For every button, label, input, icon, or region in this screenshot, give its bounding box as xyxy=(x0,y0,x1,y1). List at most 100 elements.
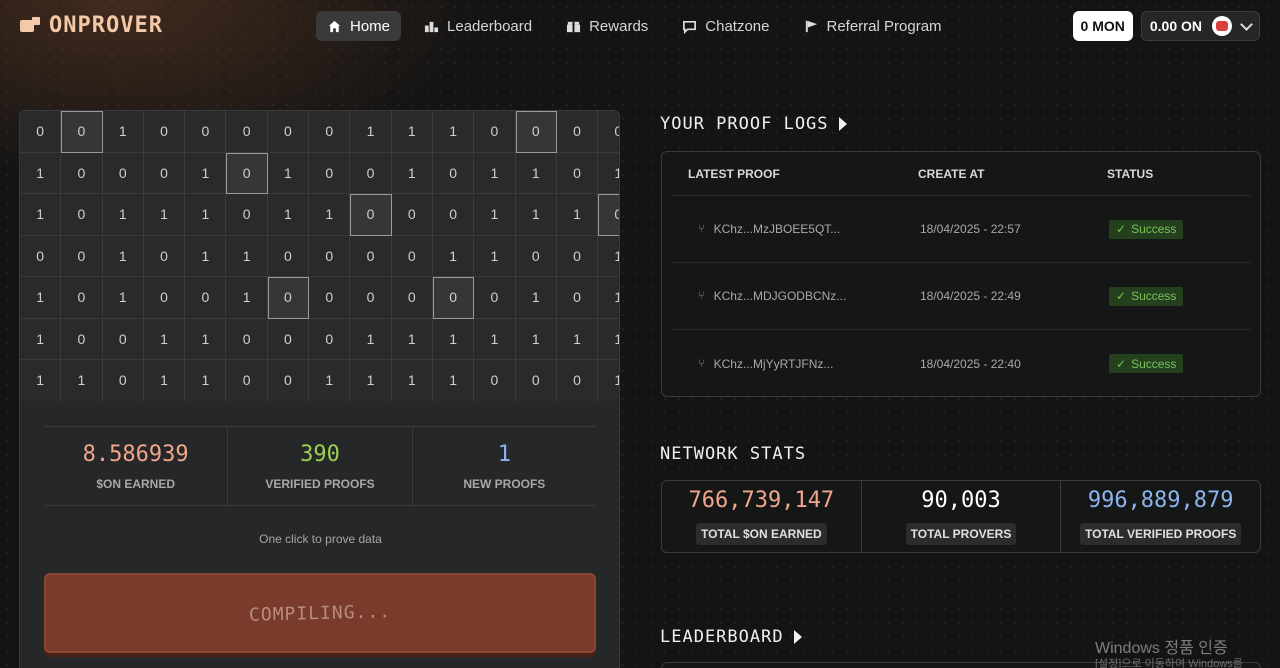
network-stats-title-text: NETWORK STATS xyxy=(660,444,807,464)
table-row[interactable]: ⑂ KChz...MzJBOEE5QT... 18/04/2025 - 22:57… xyxy=(671,196,1251,263)
status-badge: ✓ Success xyxy=(1109,219,1184,239)
proof-created-at: 18/04/2025 - 22:57 xyxy=(920,222,1021,236)
compile-button-label: COMPILING... xyxy=(248,600,392,626)
branch-icon: ⑂ xyxy=(698,223,705,235)
proof-logs-title-text: YOUR PROOF LOGS xyxy=(660,114,829,134)
grid-cell: 1 xyxy=(185,360,227,401)
grid-cell: 0 xyxy=(102,152,144,194)
column-header-create-at: CREATE AT xyxy=(918,166,985,181)
data-grid: 0010000011100001000101001011011011101100… xyxy=(20,111,619,401)
grid-cell: 0 xyxy=(515,235,557,277)
grid-cell: 1 xyxy=(432,360,475,401)
grid-cell: 0 xyxy=(515,360,557,401)
grid-cell: 1 xyxy=(515,318,557,360)
grid-cell: 1 xyxy=(598,277,619,319)
grid-cell: 0 xyxy=(267,318,310,360)
nav-chatzone[interactable]: Chatzone xyxy=(671,11,780,41)
grid-cell: 0 xyxy=(350,194,392,236)
grid-cell: 0 xyxy=(309,318,351,360)
grid-cell: 0 xyxy=(474,111,516,153)
grid-cell: 1 xyxy=(474,318,516,360)
grid-row: 001011000011001 xyxy=(20,235,619,277)
play-arrow-icon xyxy=(838,117,847,131)
account-menu-button[interactable]: 0.00 ON xyxy=(1140,11,1260,41)
grid-cell: 1 xyxy=(143,194,186,236)
grid-cell: 1 xyxy=(432,111,475,153)
grid-cell: 0 xyxy=(556,111,599,153)
grid-cell: 0 xyxy=(432,194,475,236)
grid-cell: 1 xyxy=(474,152,516,194)
nav-referral[interactable]: Referral Program xyxy=(793,11,953,41)
grid-row: 101110110001110 xyxy=(20,194,619,236)
branch-icon: ⑂ xyxy=(698,357,705,370)
nav-rewards-label: Rewards xyxy=(589,17,649,35)
grid-cell: 0 xyxy=(102,318,144,360)
grid-cell: 1 xyxy=(556,194,599,236)
proof-created-at: 18/04/2025 - 22:49 xyxy=(920,289,1021,303)
grid-cell: 1 xyxy=(474,235,516,277)
play-arrow-icon xyxy=(793,630,802,644)
grid-cell: 0 xyxy=(309,277,351,319)
status-badge: ✓ Success xyxy=(1109,354,1184,373)
nav-rewards[interactable]: Rewards xyxy=(555,11,659,41)
home-icon xyxy=(328,20,341,32)
status-text: Success xyxy=(1131,356,1177,371)
referral-icon xyxy=(805,20,817,32)
grid-cell: 1 xyxy=(350,360,392,401)
grid-cell: 1 xyxy=(432,318,475,360)
proof-logs-title[interactable]: YOUR PROOF LOGS xyxy=(660,114,847,134)
grid-cell: 1 xyxy=(143,318,186,360)
grid-cell: 0 xyxy=(267,277,310,319)
mon-balance-button[interactable]: 0 MON xyxy=(1072,11,1133,41)
check-icon: ✓ xyxy=(1116,289,1127,303)
proof-id: KChz...MzJBOEE5QT... xyxy=(713,222,841,236)
network-stat-verified: 996,889,879 TOTAL VERIFIED PROOFS xyxy=(1061,481,1260,552)
grid-cell: 1 xyxy=(102,194,144,236)
grid-cell: 0 xyxy=(515,111,557,153)
table-row[interactable]: ⑂ KChz...MDJGODBCNz... 18/04/2025 - 22:49… xyxy=(671,263,1251,330)
grid-cell: 0 xyxy=(226,152,268,194)
grid-cell: 0 xyxy=(556,360,599,401)
grid-cell: 0 xyxy=(309,235,351,277)
wallet-area: 0 MON 0.00 ON xyxy=(1072,11,1260,41)
grid-cell: 0 xyxy=(102,360,144,401)
grid-cell: 1 xyxy=(391,111,433,153)
grid-cell: 1 xyxy=(515,277,557,319)
grid-cell: 0 xyxy=(350,277,392,319)
leaderboard-title[interactable]: LEADERBOARD xyxy=(660,627,802,647)
grid-cell: 1 xyxy=(267,152,310,194)
grid-cell: 1 xyxy=(515,194,557,236)
prover-panel: 0010000011100001000101001011011011101100… xyxy=(19,110,620,668)
grid-cell: 0 xyxy=(143,277,186,319)
table-row[interactable]: ⑂ KChz...MjYyRTJFNz... 18/04/2025 - 22:40… xyxy=(671,330,1251,397)
compile-button[interactable]: COMPILING... xyxy=(44,573,596,653)
grid-cell: 1 xyxy=(20,318,62,360)
grid-cell: 1 xyxy=(267,194,310,236)
grid-cell: 0 xyxy=(143,152,186,194)
grid-cell: 1 xyxy=(143,360,186,401)
nav-leaderboard[interactable]: Leaderboard xyxy=(413,11,543,41)
grid-cell: 0 xyxy=(391,277,433,319)
nav-home[interactable]: Home xyxy=(316,11,402,41)
grid-cell: 1 xyxy=(185,194,227,236)
grid-cell: 1 xyxy=(474,194,516,236)
rewards-icon xyxy=(567,21,581,32)
grid-cell: 0 xyxy=(61,235,103,277)
grid-cell: 0 xyxy=(267,111,310,153)
grid-cell: 0 xyxy=(309,152,351,194)
grid-cell: 1 xyxy=(598,153,619,194)
grid-cell: 1 xyxy=(20,152,62,194)
grid-cell: 0 xyxy=(350,152,392,194)
grid-cell: 0 xyxy=(474,277,516,319)
stat-earned-label: $ON EARNED xyxy=(96,476,175,491)
status-badge: ✓ Success xyxy=(1109,286,1184,306)
grid-cell: 1 xyxy=(102,277,144,319)
grid-cell: 0 xyxy=(391,194,433,236)
logo-icon xyxy=(20,16,40,35)
grid-cell: 0 xyxy=(20,235,62,277)
stat-verified-label: VERIFIED PROOFS xyxy=(265,476,375,491)
stat-new-label: NEW PROOFS xyxy=(463,476,546,491)
user-stats: 8.586939 $ON EARNED 390 VERIFIED PROOFS … xyxy=(44,426,596,506)
logo[interactable]: ONPROVER xyxy=(20,13,163,38)
grid-cell: 1 xyxy=(391,360,433,401)
